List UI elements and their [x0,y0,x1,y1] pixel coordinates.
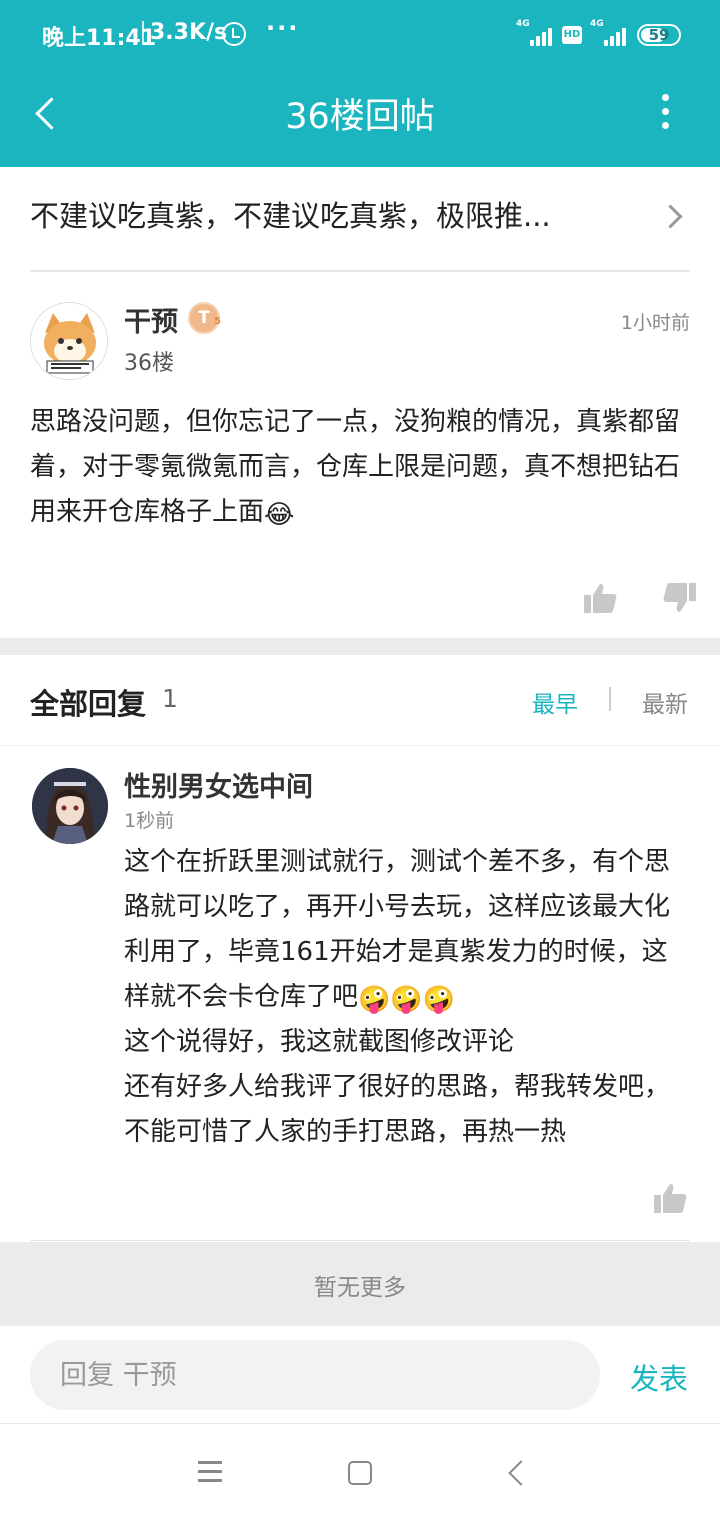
reply-thumbs-up-icon[interactable] [652,1180,688,1216]
reply-avatar[interactable] [32,768,108,844]
status-time: 晚上11:41 [42,26,157,51]
thread-title-row[interactable]: 不建议吃真紫，不建议吃真紫，极限推... [0,167,720,270]
reply-content: 这个在折跃里测试就行，测试个差不多，有个思路就可以吃了，再开小号去玩，这样应该最… [124,840,690,1155]
publish-button[interactable]: 发表 [630,1356,688,1398]
page-title: 36楼回帖 [285,97,435,137]
battery-icon: 59 [637,24,681,46]
post-time: 1小时前 [620,312,690,334]
battery-level: 59 [648,26,670,44]
nav-back-icon[interactable] [504,1459,530,1487]
more-options-icon[interactable] [650,90,682,134]
level-badge: T5 [188,302,221,334]
reply-line: 还有好多人给我评了很好的思路，帮我转发吧，不能可惜了人家的手打思路，再热一热 [124,1072,671,1147]
section-separator [0,638,720,655]
reply-author-name[interactable]: 性别男女选中间 [124,765,313,804]
sort-divider [609,687,611,711]
zany-face-emoji: 🤪🤪🤪 [358,985,456,1015]
sort-newest-tab[interactable]: 最新 [642,685,688,719]
signal-icon-2: 4G [590,19,626,46]
thread-title: 不建议吃真紫，不建议吃真紫，极限推... [30,199,551,233]
reply-time: 1秒前 [124,810,175,832]
network-type-label-2: 4G [590,19,604,29]
laughing-emoji: 😂 [264,500,295,530]
post-floor: 36楼 [124,351,174,376]
no-more-indicator: 暂无更多 [0,1242,720,1326]
post-text: 思路没问题，但你忘记了一点，没狗粮的情况，真紫都留着，对于零氪微氪而言，仓库上限… [30,407,681,527]
more-notifications-icon: ··· [266,14,300,42]
divider [30,270,690,272]
chevron-right-icon [662,199,688,235]
network-speed: 3.3K/s [150,20,228,45]
reply-paragraph: 这个在折跃里测试就行，测试个差不多，有个思路就可以吃了，再开小号去玩，这样应该最… [124,840,690,1020]
signal-icon: 4G [516,19,552,46]
status-divider [142,21,144,45]
app-bar: 36楼回帖 [0,68,720,167]
divider [30,1240,690,1241]
thumbs-up-icon[interactable] [582,580,618,616]
alarm-icon [222,22,246,46]
reply-bar: 发表 [0,1326,720,1424]
all-replies-label: 全部回复 [30,687,147,721]
reply-line: 这个说得好，我这就截图修改评论 [124,1027,515,1057]
avatar[interactable] [30,302,108,380]
network-type-label: 4G [516,19,530,29]
header: 晚上11:41 3.3K/s ··· 4G HD 4G 59 36楼回帖 [0,0,720,167]
sort-earliest-tab[interactable]: 最早 [532,685,578,719]
system-nav-bar [0,1425,720,1520]
post-content: 思路没问题，但你忘记了一点，没狗粮的情况，真紫都留着，对于零氪微氪而言，仓库上限… [30,400,690,535]
menu-icon[interactable] [198,1461,222,1483]
reply-input[interactable] [30,1340,600,1410]
status-bar: 晚上11:41 3.3K/s ··· 4G HD 4G 59 [0,0,720,68]
reply-count: 1 [162,684,178,713]
level-badge-number: 5 [214,316,221,327]
thumbs-down-icon[interactable] [662,580,698,616]
level-badge-letter: T [198,308,210,328]
replies-header: 全部回复 1 最早 最新 [0,655,720,746]
hd-voice-icon: HD [562,26,582,44]
post-author-name[interactable]: 干预 [124,300,178,339]
home-icon[interactable] [348,1461,372,1485]
